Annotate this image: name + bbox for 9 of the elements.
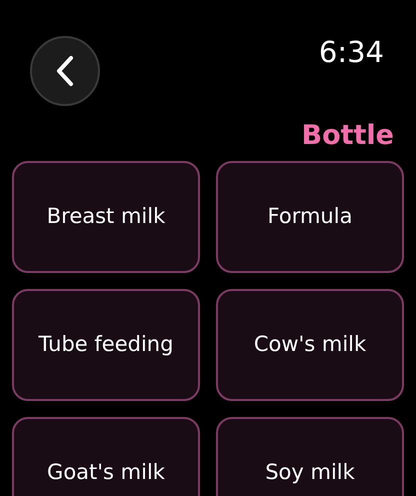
option-tile[interactable]: Breast milk (12, 161, 200, 273)
option-tile[interactable]: Goat's milk (12, 417, 200, 496)
option-tile[interactable]: Cow's milk (216, 289, 404, 401)
option-tile[interactable]: Soy milk (216, 417, 404, 496)
clock-time: 6:34 (318, 38, 385, 67)
option-tile[interactable]: Tube feeding (12, 289, 200, 401)
option-tile[interactable]: Formula (216, 161, 404, 273)
back-icon (55, 55, 75, 87)
screen-title: Bottle (301, 122, 394, 149)
